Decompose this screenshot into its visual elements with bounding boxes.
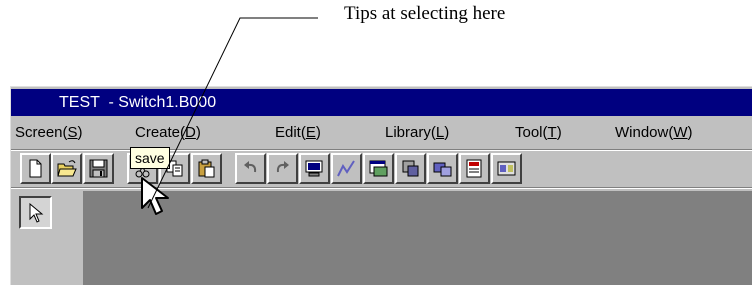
line-graph-icon [337,160,355,177]
menu-label: ) [687,124,693,141]
menu-label: ) [195,124,201,141]
menu-tool[interactable]: Tool(T) [515,119,562,147]
undo-button[interactable] [235,153,266,184]
menu-accelerator: D [185,124,196,141]
object-b-icon [402,160,419,177]
menu-accelerator: W [673,124,688,141]
open-folder-icon [57,160,77,177]
object-e-icon [497,161,516,176]
new-file-icon [29,159,42,178]
title-bar: TEST - Switch1.B000 [11,89,752,116]
menu-accelerator: T [547,124,557,141]
menu-library[interactable]: Library(L) [385,119,449,147]
menu-create[interactable]: Create(D) [135,119,201,147]
document-icon [466,159,482,178]
paste-icon [198,159,215,178]
menu-accelerator: L [435,124,445,141]
menu-label: ) [556,124,562,141]
monitor-icon [305,160,323,177]
toolbar [11,153,752,187]
menu-accelerator: S [67,124,78,141]
window-title: TEST - Switch1.B000 [59,94,217,111]
screen-object-button[interactable] [299,153,330,184]
menu-label: ) [315,124,321,141]
line-graph-button[interactable] [331,153,362,184]
menu-label: ) [77,124,83,141]
menu-edit[interactable]: Edit(E) [275,119,321,147]
menu-window[interactable]: Window(W) [615,119,693,147]
object-a-button[interactable] [363,153,394,184]
toolbar-divider [11,187,752,189]
object-e-button[interactable] [491,153,522,184]
new-file-button[interactable] [20,153,51,184]
menu-label: Screen( [15,124,68,141]
arrow-pointer-icon [29,203,44,223]
menubar-divider [11,149,752,151]
redo-icon [276,161,289,173]
callout-annotation: Tips at selecting here [344,3,506,24]
tooltip: save [130,147,170,169]
selection-tool-button[interactable] [19,196,52,229]
object-c-button[interactable] [427,153,458,184]
object-b-button[interactable] [395,153,426,184]
menu-bar: Screen(S) Create(D) Edit(E) Library(L) T… [11,119,752,147]
menu-label: Window( [615,124,674,141]
mouse-cursor-icon [141,177,169,215]
menu-screen[interactable]: Screen(S) [15,119,83,147]
menu-label: Tool( [515,124,548,141]
object-c-icon [433,162,452,177]
redo-button[interactable] [267,153,298,184]
undo-icon [244,161,257,173]
menu-label: Library( [385,124,436,141]
floppy-disk-icon [89,159,108,178]
save-button[interactable] [83,153,114,184]
menu-label: Edit( [275,124,306,141]
open-folder-button[interactable] [51,153,82,184]
window-object-icon [369,160,388,177]
menu-label: Create( [135,124,186,141]
menu-label: ) [444,124,450,141]
application-window: TEST - Switch1.B000 Screen(S) Create(D) … [10,86,752,285]
object-d-button[interactable] [459,153,490,184]
paste-button[interactable] [191,153,222,184]
drawing-workspace[interactable] [83,191,752,285]
menu-accelerator: E [305,124,316,141]
